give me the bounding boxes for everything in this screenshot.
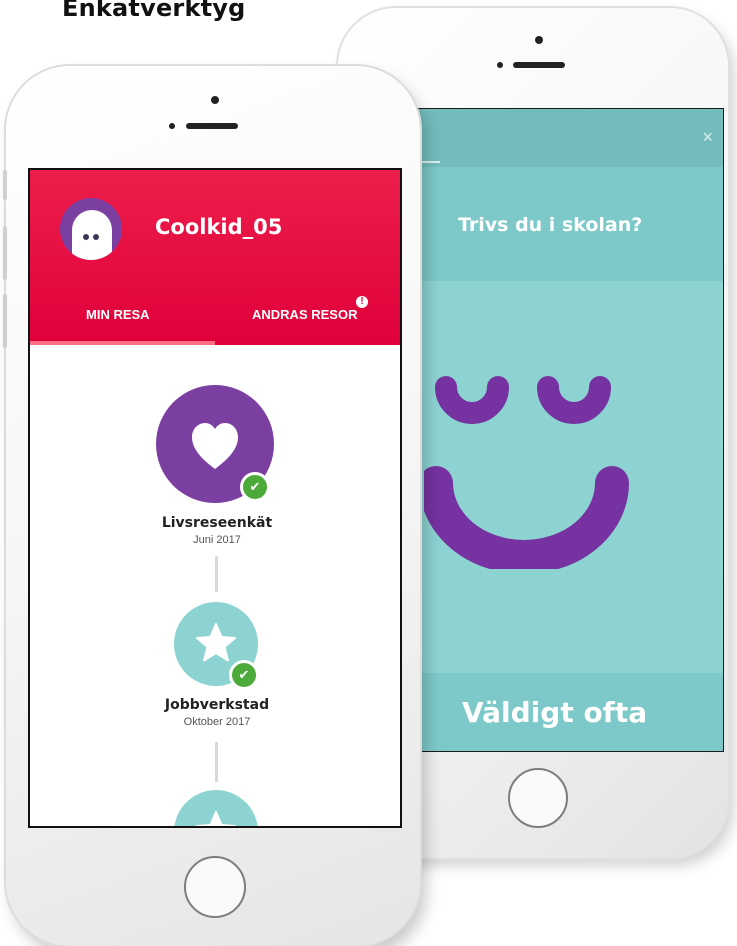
page-heading: Enkätverktyg (62, 0, 246, 22)
close-icon[interactable]: × (702, 127, 713, 148)
profile-header: Coolkid_05 MIN RESA ANDRAS RESOR ! (30, 170, 400, 345)
front-camera (535, 36, 543, 44)
earpiece-speaker (513, 62, 565, 68)
home-button[interactable] (184, 856, 246, 918)
mouth-icon (424, 466, 629, 569)
mute-switch (3, 170, 7, 200)
profile-phone: Coolkid_05 MIN RESA ANDRAS RESOR ! ✔ Liv… (3, 66, 420, 946)
notification-badge: ! (356, 296, 368, 308)
front-camera (211, 96, 219, 104)
profile-screen: Coolkid_05 MIN RESA ANDRAS RESOR ! ✔ Liv… (28, 168, 402, 828)
survey-top-bar (400, 109, 723, 167)
volume-up-button (3, 226, 7, 280)
active-tab-indicator (30, 341, 215, 345)
journey-title: Livsreseenkät (161, 515, 273, 531)
proximity-sensor (169, 123, 175, 129)
smiley-face-icon[interactable] (424, 369, 654, 569)
right-eye-icon (537, 376, 611, 424)
journey-title: Jobbverkstad (164, 697, 270, 713)
tab-andras-resor[interactable]: ANDRAS RESOR (252, 307, 357, 322)
timeline-connector (215, 742, 218, 782)
avatar[interactable] (60, 198, 122, 260)
username: Coolkid_05 (155, 215, 283, 239)
completed-check-icon: ✔ (229, 660, 259, 690)
proximity-sensor (497, 62, 503, 68)
tab-min-resa[interactable]: MIN RESA (86, 307, 150, 322)
completed-check-icon: ✔ (240, 472, 270, 502)
journey-date: Juni 2017 (193, 534, 241, 546)
answer-label: Väldigt ofta (462, 696, 648, 729)
survey-screen: × Trivs du i skolan? Väldigt ofta (400, 108, 724, 752)
journey-date: Oktober 2017 (183, 716, 251, 728)
journey-node-next[interactable] (174, 790, 258, 826)
avatar-eye (93, 234, 99, 240)
survey-question: Trivs du i skolan? (458, 214, 643, 236)
earpiece-speaker (186, 123, 238, 129)
star-icon (196, 811, 236, 826)
home-button[interactable] (508, 768, 568, 828)
left-eye-icon (435, 376, 509, 424)
volume-down-button (3, 294, 7, 348)
robot-avatar-icon (64, 210, 120, 260)
avatar-eye (83, 234, 89, 240)
timeline-connector (215, 556, 218, 592)
